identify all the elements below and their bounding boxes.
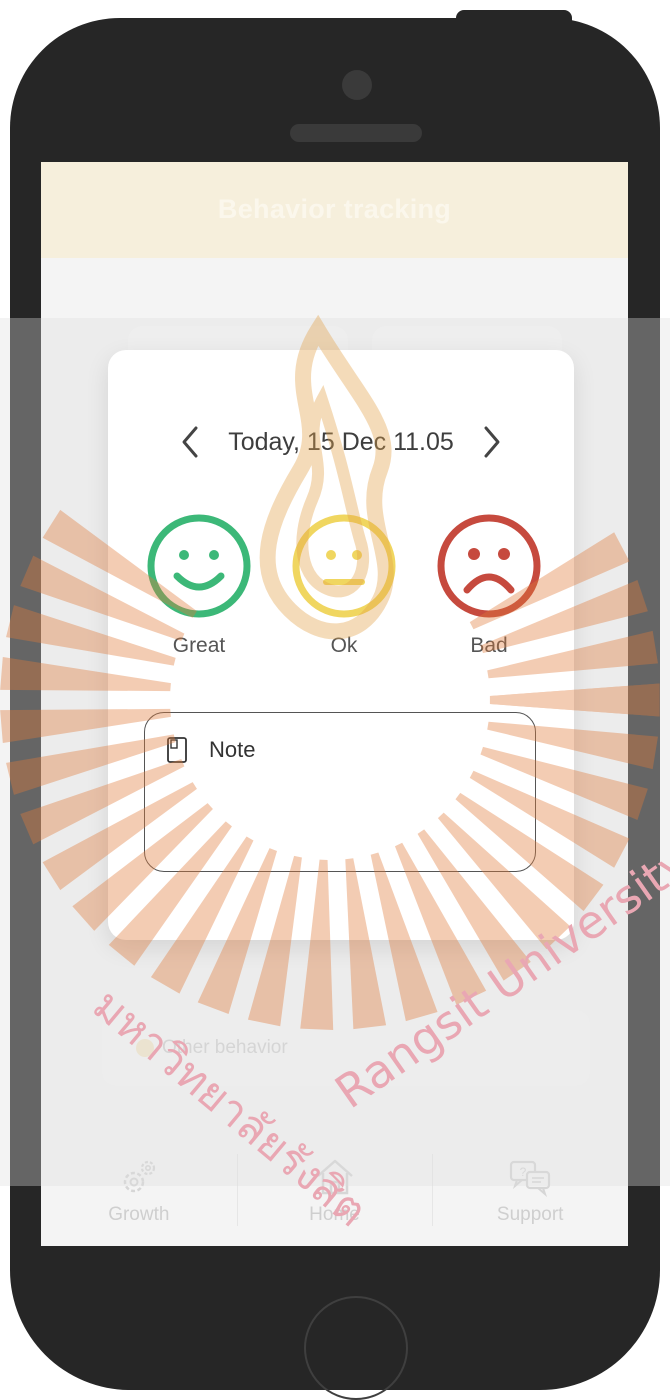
date-navigator: Today, 15 Dec 11.05: [108, 422, 574, 462]
camera-icon: [342, 70, 372, 100]
tab-label: Support: [496, 1204, 564, 1225]
app-header: Behavior tracking: [41, 162, 628, 258]
speaker-grille: [290, 124, 422, 142]
neutral-face-icon: [292, 514, 396, 618]
note-input[interactable]: Note: [144, 712, 536, 872]
chevron-right-icon[interactable]: [480, 424, 504, 460]
chevron-left-icon[interactable]: [178, 424, 202, 460]
date-label: Today, 15 Dec 11.05: [228, 427, 454, 456]
mood-label: Ok: [330, 634, 358, 657]
note-label: Note: [209, 737, 256, 762]
mood-entry-modal: Today, 15 Dec 11.05 Great Ok Bad Note: [108, 350, 574, 940]
happy-face-icon: [147, 514, 251, 618]
mood-label: Great: [172, 634, 226, 657]
note-header: Note: [167, 737, 255, 763]
sad-face-icon: [437, 514, 541, 618]
home-hardware-button[interactable]: [304, 1296, 408, 1400]
page-title: Behavior tracking: [217, 193, 452, 224]
mood-great-button[interactable]: Great: [144, 512, 254, 658]
mood-label: Bad: [470, 634, 508, 657]
tab-label: Home: [309, 1204, 360, 1225]
tab-label: Growth: [108, 1204, 170, 1225]
mood-bad-button[interactable]: Bad: [434, 512, 544, 658]
mood-options: Great Ok Bad: [144, 512, 544, 658]
notebook-icon: [167, 737, 187, 763]
mood-ok-button[interactable]: Ok: [289, 512, 399, 658]
